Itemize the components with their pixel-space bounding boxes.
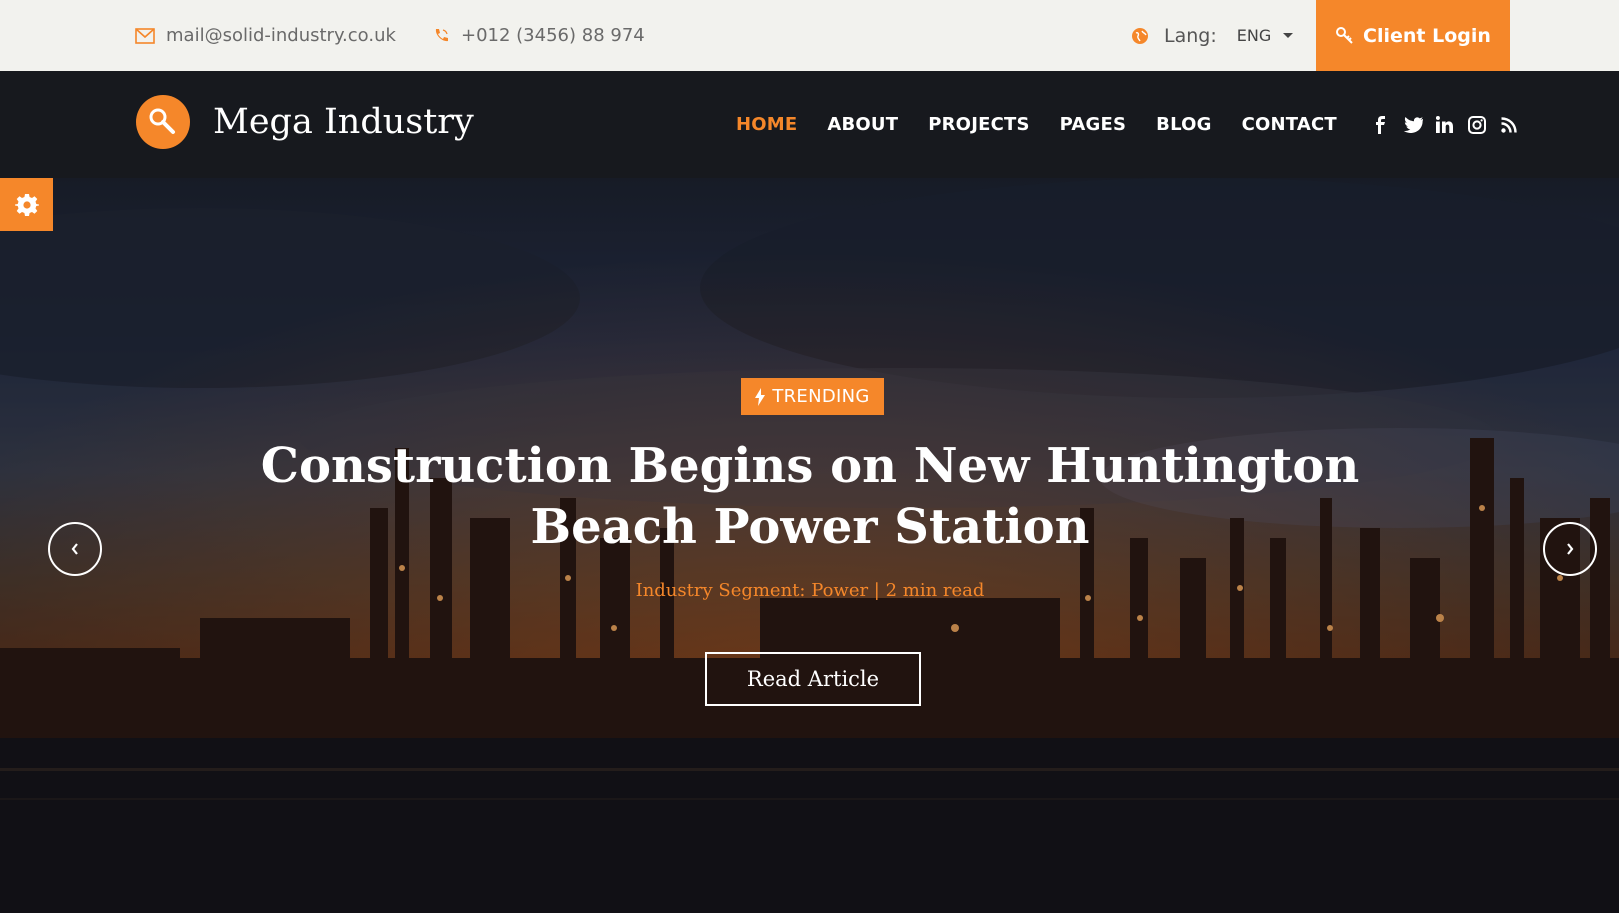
client-login-label: Client Login <box>1363 24 1491 47</box>
nav-home[interactable]: HOME <box>736 114 797 135</box>
nav-contact[interactable]: CONTACT <box>1242 114 1337 135</box>
email-text: mail@solid-industry.co.uk <box>166 25 396 46</box>
wrench-icon <box>136 95 190 149</box>
top-bar: mail@solid-industry.co.uk +012 (3456) 88… <box>0 0 1619 71</box>
chevron-right-icon <box>1567 543 1574 555</box>
nav-blog[interactable]: BLOG <box>1156 114 1211 135</box>
settings-panel-toggle[interactable] <box>0 178 53 231</box>
instagram-icon[interactable] <box>1461 113 1493 137</box>
headline-line-2: Beach Power Station <box>530 499 1090 555</box>
read-article-button[interactable]: Read Article <box>705 652 921 706</box>
lang-label: Lang: <box>1164 24 1217 47</box>
headline-line-1: Construction Begins on New Huntington <box>260 438 1360 494</box>
phone-text: +012 (3456) 88 974 <box>461 25 645 46</box>
site-logo[interactable]: Mega Industry <box>136 95 474 149</box>
lightning-icon <box>755 387 766 406</box>
brand-name: Mega Industry <box>213 102 474 142</box>
email-contact[interactable]: mail@solid-industry.co.uk <box>135 0 396 71</box>
rss-icon[interactable] <box>1493 113 1525 137</box>
phone-contact[interactable]: +012 (3456) 88 974 <box>432 0 645 71</box>
key-icon <box>1336 26 1353 44</box>
main-nav: HOME ABOUT PROJECTS PAGES BLOG CONTACT <box>736 71 1367 178</box>
hero-headline: Construction Begins on New Huntington Be… <box>250 436 1370 558</box>
phone-icon <box>435 28 448 41</box>
globe-icon <box>1132 27 1148 44</box>
nav-pages[interactable]: PAGES <box>1060 114 1127 135</box>
linkedin-icon[interactable] <box>1429 113 1461 137</box>
slider-next-button[interactable] <box>1543 522 1597 576</box>
facebook-icon[interactable] <box>1365 113 1397 137</box>
gear-icon <box>14 193 39 216</box>
lang-value[interactable]: ENG <box>1237 26 1271 45</box>
client-login-button[interactable]: Client Login <box>1316 0 1510 71</box>
twitter-icon[interactable] <box>1397 113 1429 137</box>
trending-badge: TRENDING <box>741 378 884 415</box>
chevron-left-icon <box>71 543 78 555</box>
chevron-down-icon[interactable] <box>1283 33 1294 38</box>
main-header: Mega Industry HOME ABOUT PROJECTS PAGES … <box>0 71 1619 178</box>
article-meta: Industry Segment: Power | 2 min read <box>635 580 985 601</box>
slider-prev-button[interactable] <box>48 522 102 576</box>
nav-projects[interactable]: PROJECTS <box>928 114 1029 135</box>
language-selector[interactable]: Lang: ENG <box>1131 0 1294 71</box>
social-links <box>1365 71 1525 178</box>
trending-label: TRENDING <box>772 386 870 407</box>
nav-about[interactable]: ABOUT <box>827 114 898 135</box>
mail-icon <box>135 27 155 44</box>
